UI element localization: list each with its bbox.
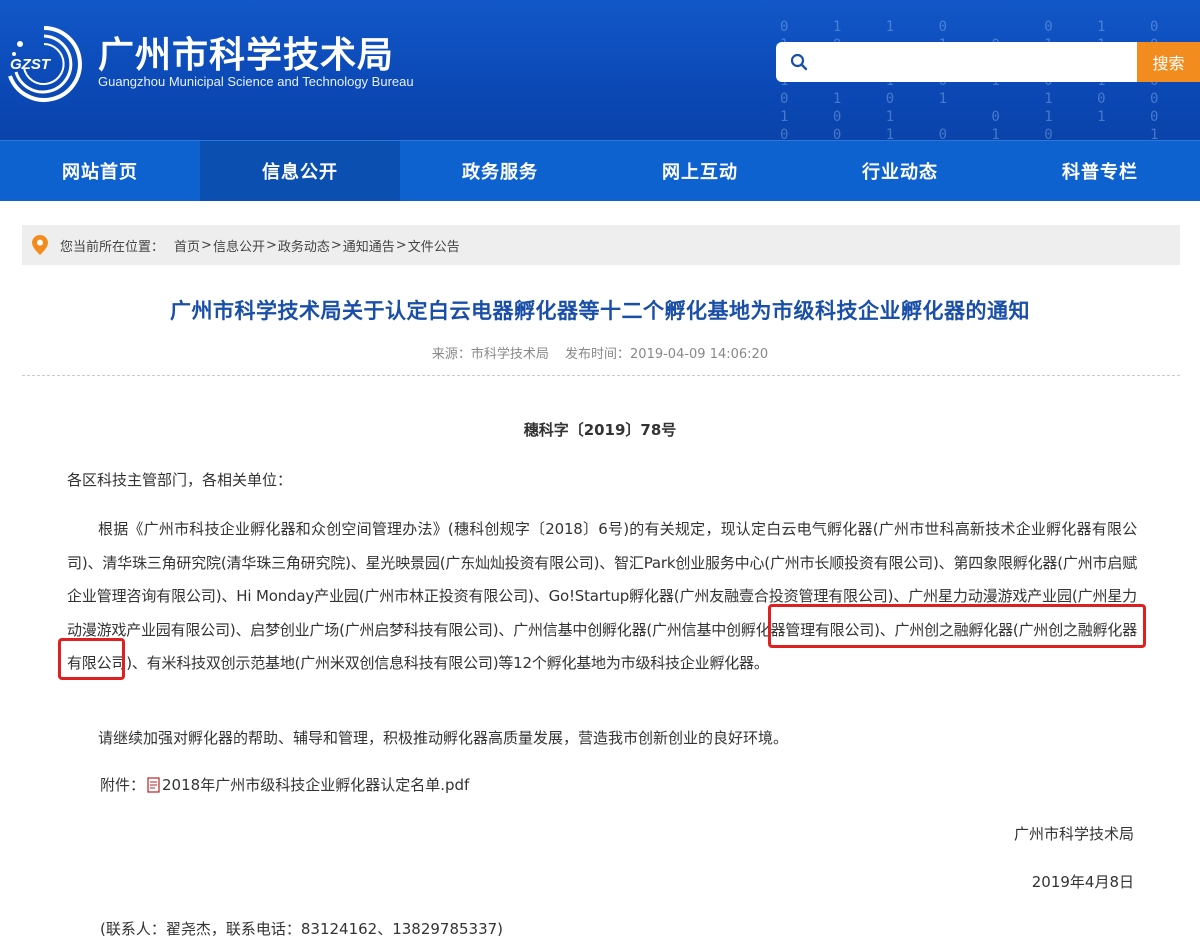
breadcrumb-separator: > [201, 237, 212, 253]
document-number: 穗科字〔2019〕78号 [523, 421, 677, 439]
breadcrumb-document-announcements[interactable]: 文件公告 [408, 236, 460, 255]
attachment: 附件： 2018年广州市级科技企业孵化器认定名单.pdf [100, 774, 469, 795]
breadcrumb-separator: > [330, 237, 342, 253]
search-icon [790, 53, 808, 71]
logo-abbreviation: GZST [10, 56, 50, 73]
article-meta: 来源：市科学技术局 发布时间：2019-04-09 14:06:20 [0, 343, 1200, 362]
main-nav: 网站首页 信息公开 政务服务 网上互动 行业动态 科普专栏 [0, 140, 1200, 201]
location-pin-icon [32, 235, 48, 255]
signature-date: 2019年4月8日 [1031, 873, 1134, 891]
search-bar: 搜索 [776, 42, 1200, 82]
site-logo[interactable]: GZST 广州市科学技术局 Guangzhou Municipal Scienc… [0, 18, 470, 102]
breadcrumb-separator: > [395, 237, 407, 253]
breadcrumb-government-news[interactable]: 政务动态 [278, 236, 330, 255]
pdf-file-icon [147, 776, 160, 793]
body-paragraph-2: 请继续加强对孵化器的帮助、辅导和管理，积极推动孵化器高质量发展，营造我市创新创业… [98, 729, 789, 747]
breadcrumb-separator: > [265, 237, 277, 253]
title-divider [22, 375, 1180, 376]
breadcrumb-home[interactable]: 首页 [174, 236, 200, 255]
signature-organization: 广州市科学技术局 [1013, 825, 1134, 843]
search-input[interactable] [816, 48, 1130, 78]
contact-info: (联系人：翟尧杰，联系电话：83124162、13829785337) [100, 920, 504, 938]
attachment-link[interactable]: 2018年广州市级科技企业孵化器认定名单.pdf [162, 774, 469, 795]
breadcrumb-prefix: 您当前所在位置： [60, 239, 165, 255]
breadcrumb-notices[interactable]: 通知通告 [343, 236, 395, 255]
attachment-label: 附件： [100, 776, 146, 794]
breadcrumb: 您当前所在位置： 首页 > 信息公开 > 政务动态 > 通知通告 > 文件公告 [22, 225, 1180, 265]
article-publish-time: 发布时间：2019-04-09 14:06:20 [565, 347, 769, 362]
site-name-en: Guangzhou Municipal Science and Technolo… [98, 74, 414, 89]
nav-item-government-services[interactable]: 政务服务 [400, 141, 600, 201]
search-button[interactable]: 搜索 [1137, 42, 1200, 82]
nav-item-online-interaction[interactable]: 网上互动 [600, 141, 800, 201]
main-content: 您当前所在位置： 首页 > 信息公开 > 政务动态 > 通知通告 > 文件公告 … [0, 201, 1200, 950]
article-source: 来源：市科学技术局 [431, 347, 549, 362]
nav-item-science-column[interactable]: 科普专栏 [1000, 141, 1200, 201]
body-paragraph-1: 根据《广州市科技企业孵化器和众创空间管理办法》(穗科创规字〔2018〕6号)的有… [67, 520, 1137, 672]
nav-item-industry-news[interactable]: 行业动态 [800, 141, 1000, 201]
breadcrumb-info-disclosure[interactable]: 信息公开 [213, 236, 265, 255]
site-header: 0 1 1 0 0 1 0 1 1 0 1 0 1 1 0 1 0 1 0 0 … [0, 0, 1200, 140]
article-title: 广州市科学技术局关于认定白云电器孵化器等十二个孵化基地为市级科技企业孵化器的通知 [170, 299, 1030, 323]
site-name-cn: 广州市科学技术局 [98, 35, 395, 76]
nav-item-info-disclosure[interactable]: 信息公开 [200, 141, 400, 201]
search-box [776, 42, 1138, 82]
salutation: 各区科技主管部门，各相关单位： [67, 471, 293, 489]
nav-item-home[interactable]: 网站首页 [0, 141, 200, 201]
